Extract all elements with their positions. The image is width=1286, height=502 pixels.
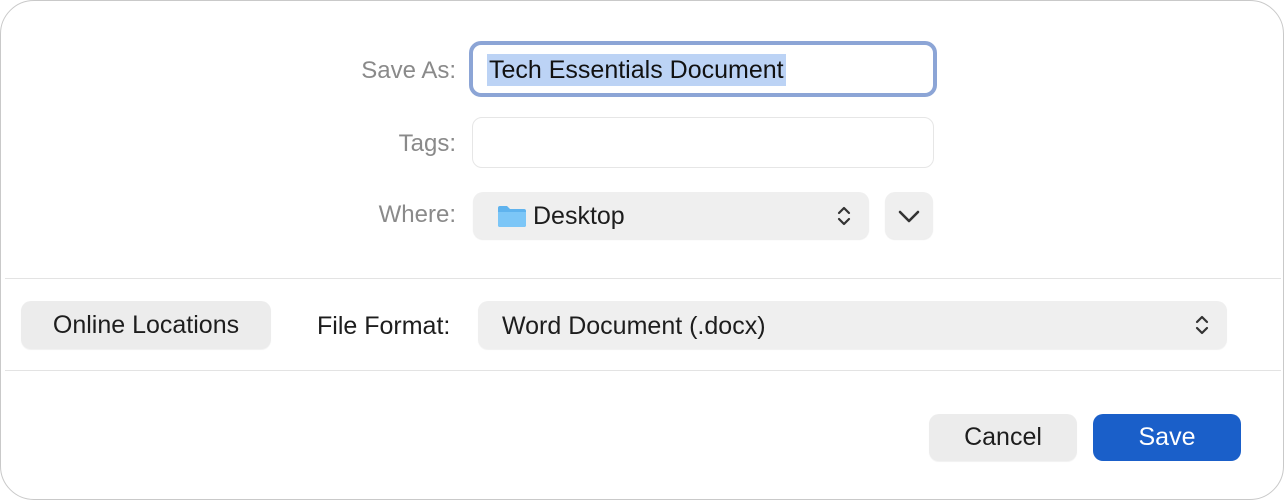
file-format-label: File Format: xyxy=(317,312,451,340)
folder-icon xyxy=(498,206,526,227)
online-locations-button[interactable]: Online Locations xyxy=(21,301,271,349)
divider-top xyxy=(5,278,1281,279)
tags-input[interactable] xyxy=(472,117,934,168)
where-value: Desktop xyxy=(533,202,625,230)
updown-chevron-icon xyxy=(837,206,851,226)
save-button[interactable]: Save xyxy=(1093,414,1241,461)
divider-bottom xyxy=(5,370,1281,371)
save-as-input[interactable]: Tech Essentials Document xyxy=(469,41,937,97)
save-dialog: Save As: Tech Essentials Document Tags: … xyxy=(0,0,1284,500)
chevron-down-icon xyxy=(898,210,920,223)
cancel-button[interactable]: Cancel xyxy=(929,414,1077,461)
save-as-label: Save As: xyxy=(361,57,456,84)
file-format-select[interactable]: Word Document (.docx) xyxy=(478,301,1227,349)
where-select[interactable]: Desktop xyxy=(473,192,869,239)
file-format-value: Word Document (.docx) xyxy=(502,312,766,340)
updown-chevron-icon xyxy=(1195,315,1209,335)
expand-browser-button[interactable] xyxy=(885,192,933,239)
where-label: Where: xyxy=(378,201,456,228)
save-as-value: Tech Essentials Document xyxy=(487,54,786,86)
tags-label: Tags: xyxy=(398,130,456,157)
